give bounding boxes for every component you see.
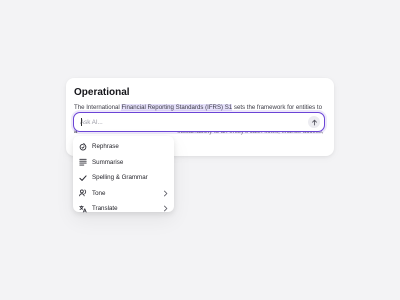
translate-icon: [79, 205, 87, 213]
chevron-right-icon: [162, 205, 169, 212]
menu-item-tone[interactable]: Tone: [73, 186, 174, 202]
selected-text-highlight[interactable]: Financial Reporting Standards (IFRS) S1: [121, 104, 233, 111]
menu-item-translate[interactable]: Translate: [73, 201, 174, 217]
arrow-up-icon: [311, 119, 318, 126]
menu-item-spelling-grammar[interactable]: Spelling & Grammar: [73, 170, 174, 186]
menu-item-label: Translate: [92, 205, 118, 213]
tone-icon: [79, 189, 87, 197]
ask-ai-input[interactable]: [80, 116, 300, 128]
ai-actions-menu: Rephrase Summarise Spelling & Grammar To…: [73, 136, 174, 213]
chevron-right-icon: [162, 190, 169, 197]
menu-item-summarise[interactable]: Summarise: [73, 155, 174, 171]
text-caret: [81, 118, 82, 126]
check-icon: [79, 174, 87, 182]
paragraph-text: sets the framework for entities to: [232, 104, 322, 111]
menu-item-label: Tone: [92, 189, 106, 197]
summarise-icon: [79, 158, 87, 166]
menu-item-rephrase[interactable]: Rephrase: [73, 139, 174, 155]
paragraph-text: The International: [74, 104, 122, 111]
menu-item-label: Spelling & Grammar: [92, 174, 148, 182]
menu-item-label: Rephrase: [92, 143, 119, 151]
send-button[interactable]: [308, 116, 320, 128]
rephrase-icon: [79, 142, 87, 151]
ask-ai-box[interactable]: [73, 112, 325, 132]
section-title: Operational: [74, 87, 130, 98]
menu-item-label: Summarise: [92, 158, 124, 166]
paragraph-line-1[interactable]: The International Financial Reporting St…: [74, 104, 322, 111]
